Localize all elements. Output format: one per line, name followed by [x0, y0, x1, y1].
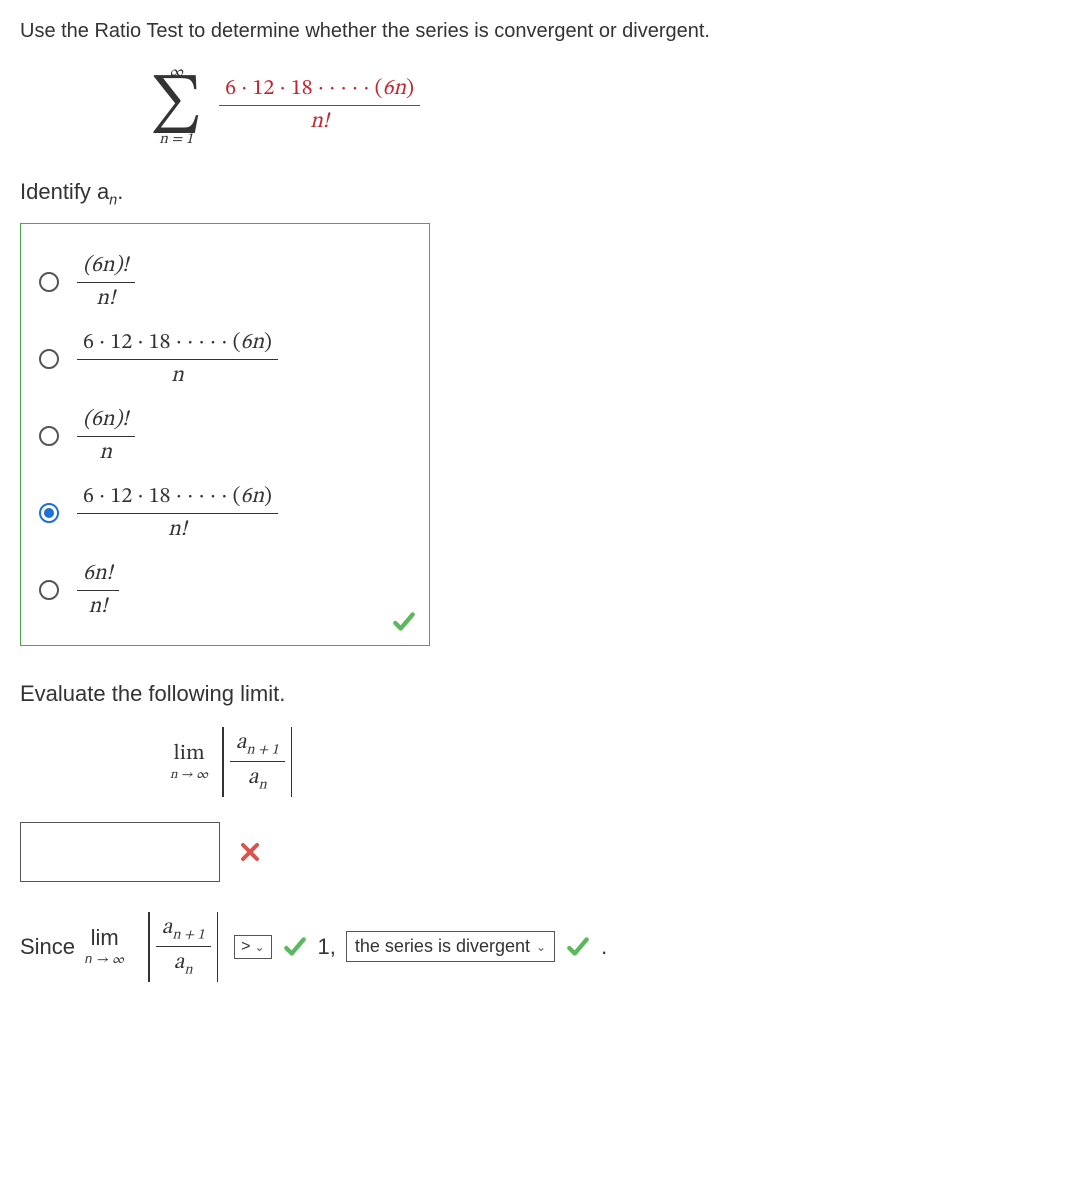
chevron-down-icon: ⌄ [536, 940, 546, 954]
radio-icon[interactable] [39, 349, 59, 369]
option-fraction: 6 · 12 · 18 · · · · · (6n) n! [77, 481, 278, 546]
ratio-fraction-2: an + 1 an [156, 912, 211, 982]
option-num: (6n)! [77, 404, 135, 437]
check-icon [565, 934, 591, 960]
question-text: Use the Ratio Test to determine whether … [20, 20, 1062, 43]
sigma-symbol: ∑ [150, 82, 202, 130]
option-1[interactable]: (6n)! n! [39, 250, 411, 315]
conclusion-row: Since lim n → ∞ an + 1 an > ⌄ 1, the ser… [20, 912, 1062, 982]
check-icon [391, 609, 417, 635]
lim-word: lim [170, 740, 208, 768]
period: . [601, 934, 607, 960]
limit-answer-row [20, 822, 1062, 882]
limit-expression: lim n → ∞ an + 1 an [170, 727, 1062, 797]
evaluate-text: Evaluate the following limit. [20, 681, 1062, 707]
option-den: n! [77, 283, 135, 315]
series-numerator: 6 · 12 · 18 · · · · · (6n) [225, 78, 414, 100]
radio-icon[interactable] [39, 503, 59, 523]
one-comma: 1, [318, 934, 336, 960]
ratio-den: an [230, 762, 285, 796]
option-fraction: 6 · 12 · 18 · · · · · (6n) n [77, 327, 278, 392]
lim-block-2: lim n → ∞ [85, 925, 124, 969]
options-box: (6n)! n! 6 · 12 · 18 · · · · · (6n) n (6… [20, 223, 430, 646]
option-den: n! [77, 591, 119, 623]
option-4[interactable]: 6 · 12 · 18 · · · · · (6n) n! [39, 481, 411, 546]
option-3[interactable]: (6n)! n [39, 404, 411, 469]
lim-sub-2: n → ∞ [85, 951, 124, 969]
radio-icon[interactable] [39, 272, 59, 292]
abs-ratio-2: an + 1 an [142, 912, 224, 982]
radio-icon[interactable] [39, 426, 59, 446]
lim-word-2: lim [85, 925, 124, 951]
lim-sub: n → ∞ [170, 768, 208, 784]
series-denominator: n! [219, 106, 420, 138]
radio-icon[interactable] [39, 580, 59, 600]
abs-ratio: an + 1 an [216, 727, 298, 797]
conclusion-text: the series is divergent [355, 936, 530, 957]
option-num: (6n)! [77, 250, 135, 283]
option-num: 6n! [77, 558, 119, 591]
limit-answer-input[interactable] [20, 822, 220, 882]
option-den: n [77, 360, 278, 392]
identify-label: Identify an. [20, 179, 1062, 208]
series-fraction: 6 · 12 · 18 · · · · · (6n) n! [219, 73, 420, 138]
sigma-block: ∞ ∑ n = 1 [150, 63, 202, 149]
ratio-den-2: an [156, 947, 211, 981]
since-word: Since [20, 934, 75, 960]
option-num: 6 · 12 · 18 · · · · · (6n) [77, 481, 278, 514]
compare-select[interactable]: > ⌄ [234, 935, 271, 959]
option-num: 6 · 12 · 18 · · · · · (6n) [77, 327, 278, 360]
option-den: n [77, 437, 135, 469]
ratio-fraction: an + 1 an [230, 727, 285, 797]
chevron-down-icon: ⌄ [254, 940, 264, 954]
check-icon [282, 934, 308, 960]
option-fraction: (6n)! n [77, 404, 135, 469]
identify-text: Identify a [20, 179, 109, 204]
series-formula: ∞ ∑ n = 1 6 · 12 · 18 · · · · · (6n) n! [150, 63, 1062, 149]
lim-block: lim n → ∞ [170, 740, 208, 784]
option-den: n! [77, 514, 278, 546]
x-icon [238, 840, 262, 864]
ratio-num: an + 1 [230, 727, 285, 762]
identify-dot: . [117, 179, 123, 204]
option-2[interactable]: 6 · 12 · 18 · · · · · (6n) n [39, 327, 411, 392]
option-fraction: (6n)! n! [77, 250, 135, 315]
option-5[interactable]: 6n! n! [39, 558, 411, 623]
conclusion-select[interactable]: the series is divergent ⌄ [346, 931, 555, 962]
ratio-num-2: an + 1 [156, 912, 211, 947]
compare-symbol: > [241, 938, 250, 956]
option-fraction: 6n! n! [77, 558, 119, 623]
